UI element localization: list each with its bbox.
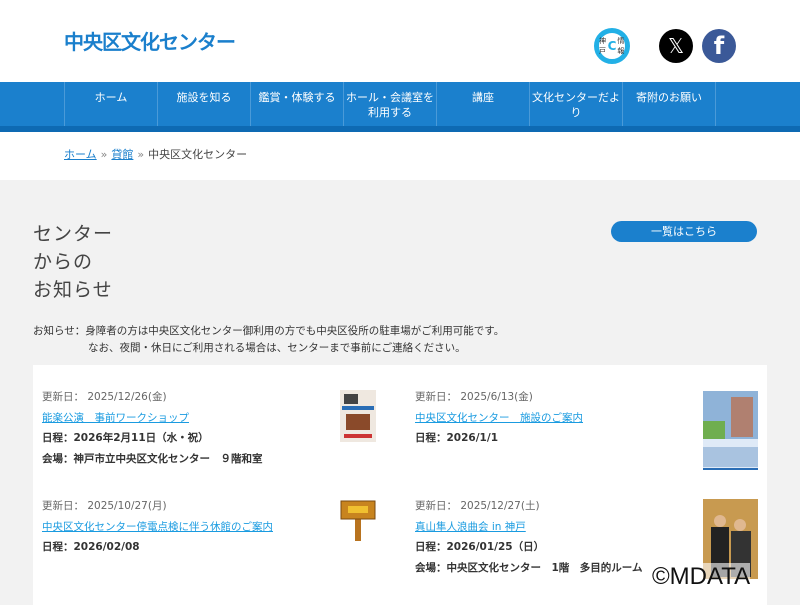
title-line: お知らせ [33, 279, 113, 301]
badge-left: 神戸 [599, 37, 606, 55]
view-all-button[interactable]: 一覧はこちら [611, 221, 757, 242]
badge-center: C [607, 39, 617, 53]
news-date: 更新日： 2025/12/26(金) [42, 391, 167, 403]
site-header: 中央区文化センター 神戸 C 情報 𝕏 f [0, 0, 800, 82]
badge-right: 情報 [617, 37, 625, 55]
news-schedule: 日程：2026/1/1 [415, 432, 499, 444]
section-title: センター からの お知らせ [33, 220, 113, 304]
news-link[interactable]: 中央区文化センター停電点検に伴う休館のご案内 [42, 521, 273, 533]
breadcrumb-sep: » [100, 148, 108, 161]
nav-facility[interactable]: 施設を知る [158, 82, 251, 126]
news-date: 更新日： 2025/6/13(金) [415, 391, 533, 403]
nav-experience[interactable]: 鑑賞・体験する [251, 82, 344, 126]
flyer-thumbnail[interactable] [340, 390, 376, 442]
news-link[interactable]: 真山隼人浪曲会 in 神戸 [415, 521, 526, 533]
news-item: 更新日： 2025/6/13(金) 中央区文化センター 施設のご案内 日程：20… [415, 387, 583, 449]
main-nav: ホーム 施設を知る 鑑賞・体験する ホール・会議室を利用する 講座 文化センター… [0, 82, 800, 126]
site-logo[interactable]: 中央区文化センター [64, 26, 236, 55]
signboard-icon[interactable] [340, 497, 376, 541]
notice-line: お知らせ：身障者の方は中央区文化センター御利用の方でも中央区役所の駐車場がご利用… [33, 325, 505, 337]
facility-guide-thumbnail[interactable] [703, 391, 758, 470]
nav-courses[interactable]: 講座 [437, 82, 530, 126]
news-venue: 会場：中央区文化センター 1階 多目的ルーム [415, 561, 643, 574]
news-date: 更新日： 2025/10/27(月) [42, 500, 167, 512]
breadcrumb-parent[interactable]: 貸館 [111, 148, 133, 161]
nav-hall-rental[interactable]: ホール・会議室を利用する [344, 82, 437, 126]
news-item: 更新日： 2025/10/27(月) 中央区文化センター停電点検に伴う休館のご案… [42, 496, 273, 558]
news-link[interactable]: 能楽公演 事前ワークショップ [42, 412, 189, 424]
notice-line: なお、夜間・休日にご利用される場合は、センターまで事前にご連絡ください。 [88, 342, 466, 354]
title-line: センター [33, 223, 114, 245]
title-line: からの [33, 251, 94, 273]
breadcrumb-current: 中央区文化センター [148, 148, 248, 161]
breadcrumb: ホーム» 貸館» 中央区文化センター [64, 146, 247, 162]
breadcrumb-bar: ホーム» 貸館» 中央区文化センター [0, 132, 800, 180]
nav-home[interactable]: ホーム [65, 82, 158, 126]
news-link[interactable]: 中央区文化センター 施設のご案内 [415, 412, 583, 424]
news-schedule: 日程：2026/01/25（日） [415, 541, 545, 553]
news-schedule: 日程：2026年2月11日（水・祝） [42, 432, 209, 444]
kobe-info-badge-icon[interactable]: 神戸 C 情報 [594, 28, 630, 64]
nav-newsletter[interactable]: 文化センターだより [530, 82, 623, 126]
breadcrumb-sep: » [137, 148, 145, 161]
watermark: ©MDATA [652, 563, 751, 591]
news-item: 更新日： 2025/12/27(土) 真山隼人浪曲会 in 神戸 日程：2026… [415, 496, 643, 578]
breadcrumb-home[interactable]: ホーム [64, 148, 97, 161]
news-venue: 会場：神戸市立中央区文化センター ９階和室 [42, 452, 263, 465]
news-schedule: 日程：2026/02/08 [42, 541, 140, 553]
x-twitter-icon[interactable]: 𝕏 [659, 29, 693, 63]
notice-text: お知らせ：身障者の方は中央区文化センター御利用の方でも中央区役所の駐車場がご利用… [33, 323, 504, 357]
facebook-icon[interactable]: f [702, 29, 736, 63]
news-date: 更新日： 2025/12/27(土) [415, 500, 540, 512]
nav-donation[interactable]: 寄附のお願い [623, 82, 716, 126]
news-item: 更新日： 2025/12/26(金) 能楽公演 事前ワークショップ 日程：202… [42, 387, 263, 469]
